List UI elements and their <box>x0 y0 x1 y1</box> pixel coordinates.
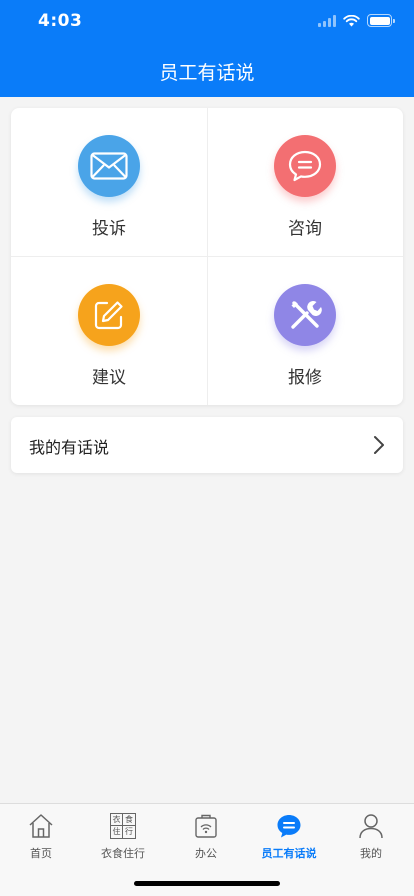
battery-icon <box>367 14 395 27</box>
my-feedback-label: 我的有话说 <box>29 438 110 457</box>
grid-icon-char: 衣 <box>111 814 123 826</box>
feedback-grid: 投诉 咨询 建议 报修 <box>11 108 403 405</box>
office-icon <box>193 813 219 839</box>
grid-icon-char: 住 <box>111 826 123 838</box>
grid-icon: 衣 食 住 行 <box>110 813 136 839</box>
page-title: 员工有话说 <box>159 62 255 84</box>
tab-mine-label: 我的 <box>360 847 382 860</box>
tab-office-label: 办公 <box>195 847 217 860</box>
tab-mine[interactable]: 我的 <box>330 804 412 866</box>
chat-bubble-icon <box>274 135 336 197</box>
status-bar: 4:03 <box>0 0 414 44</box>
grid-icon-char: 行 <box>125 827 133 836</box>
consult-button[interactable]: 咨询 <box>207 108 403 256</box>
signal-icon <box>318 14 336 27</box>
person-icon <box>358 813 384 839</box>
tab-living[interactable]: 衣 食 住 行 衣食住行 <box>82 804 164 866</box>
status-icons <box>318 14 395 27</box>
home-indicator <box>134 881 280 886</box>
tab-office[interactable]: 办公 <box>165 804 247 866</box>
complaint-button[interactable]: 投诉 <box>11 108 207 256</box>
suggestion-button[interactable]: 建议 <box>11 257 207 405</box>
chat-icon <box>276 813 302 839</box>
tab-home[interactable]: 首页 <box>0 804 82 866</box>
chevron-right-icon <box>374 436 384 454</box>
repair-button[interactable]: 报修 <box>207 257 403 405</box>
tab-feedback[interactable]: 员工有话说 <box>248 804 330 866</box>
tab-feedback-label: 员工有话说 <box>261 847 317 860</box>
consult-label: 咨询 <box>288 219 322 239</box>
grid-icon-char: 食 <box>123 815 135 826</box>
header: 4:03 员工有话说 <box>0 0 414 97</box>
home-icon <box>28 813 54 839</box>
tools-icon <box>274 284 336 346</box>
complaint-label: 投诉 <box>92 219 126 239</box>
repair-label: 报修 <box>288 368 322 388</box>
envelope-icon <box>78 135 140 197</box>
status-time: 4:03 <box>38 11 83 31</box>
tab-home-label: 首页 <box>30 847 52 860</box>
my-feedback-row[interactable]: 我的有话说 <box>11 417 403 473</box>
wifi-icon <box>343 14 360 26</box>
tab-living-label: 衣食住行 <box>101 847 145 860</box>
suggestion-label: 建议 <box>92 368 126 388</box>
edit-icon <box>78 284 140 346</box>
